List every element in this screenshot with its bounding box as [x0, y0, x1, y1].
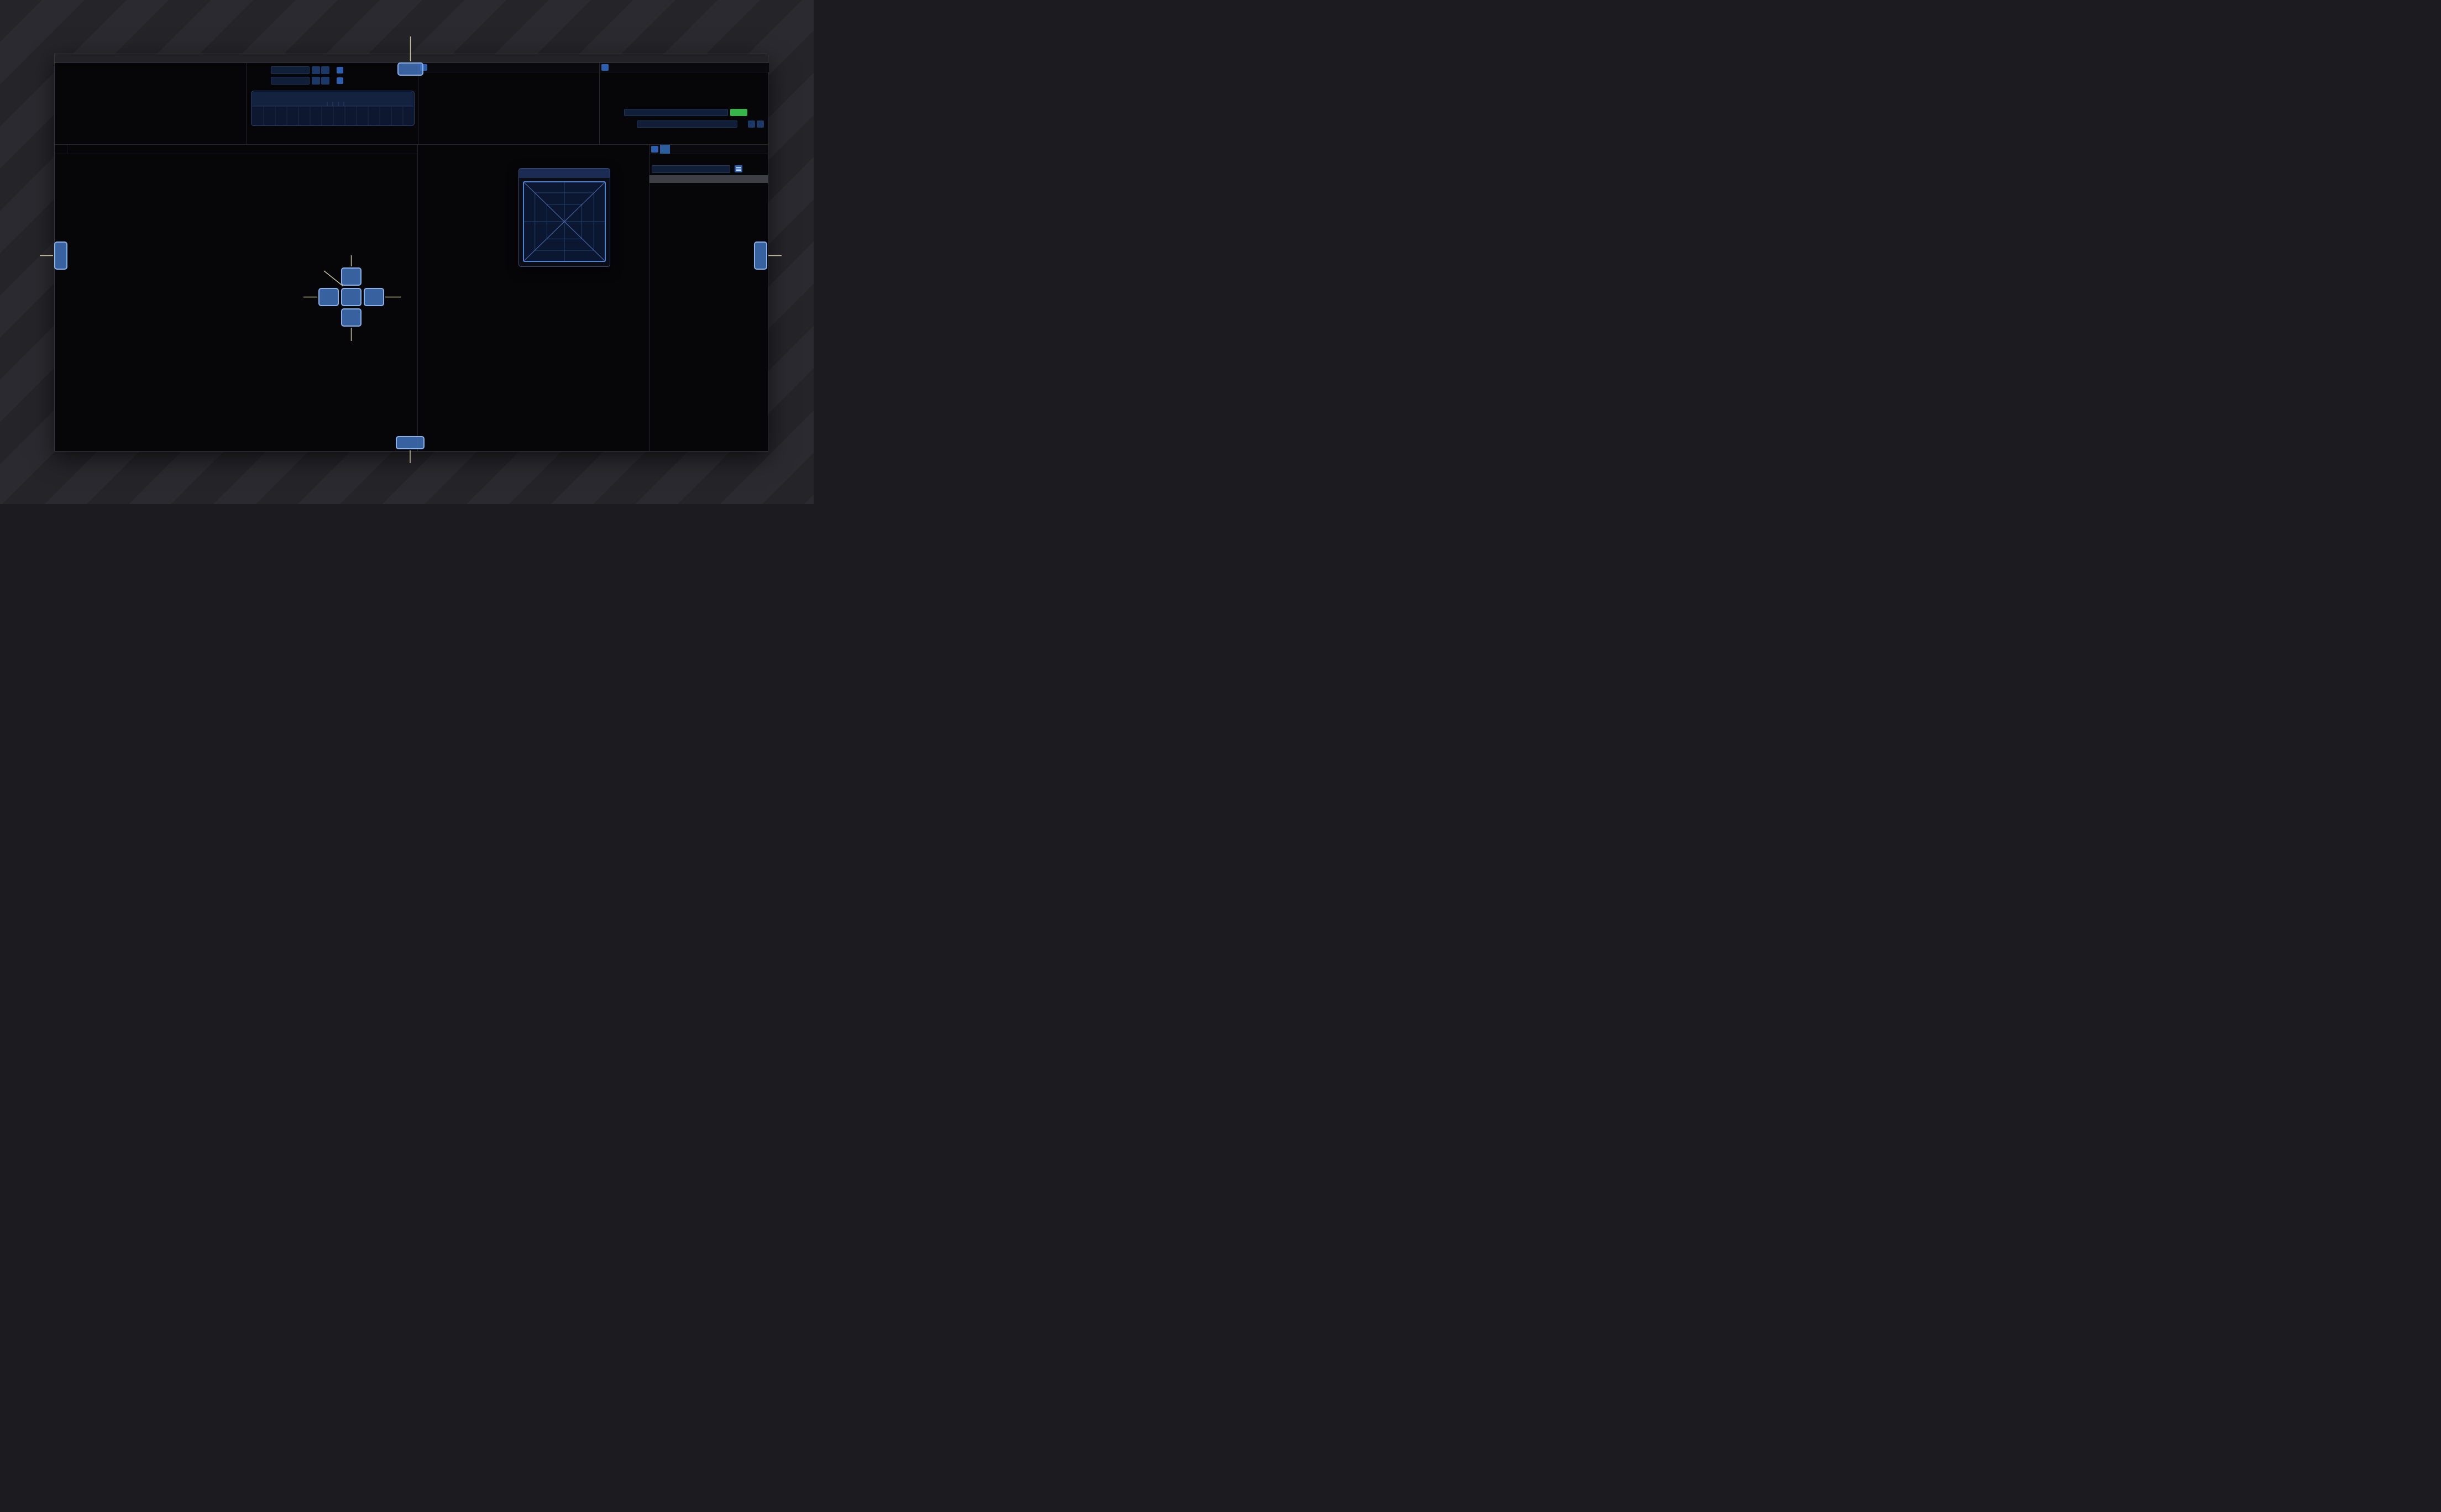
- collapse-icon[interactable]: [601, 64, 609, 71]
- expand-channels-button[interactable]: [55, 145, 67, 154]
- furnace-window: [54, 54, 769, 452]
- system-row: [600, 109, 769, 117]
- octave-increment-button[interactable]: [321, 66, 329, 74]
- split-top-target[interactable]: [341, 267, 362, 286]
- song-info-tab-bar: [600, 63, 769, 72]
- oscilloscope-window: [518, 168, 610, 267]
- effect-table-header: [649, 175, 768, 183]
- hamburger-icon: [736, 167, 741, 171]
- desktop-background: [0, 0, 814, 504]
- step-increment-button[interactable]: [321, 77, 329, 85]
- oscilloscope-title-bar[interactable]: [519, 169, 610, 178]
- instruments-panel: [418, 63, 600, 144]
- effect-search-row: [652, 165, 766, 173]
- tuning-increment-button[interactable]: [757, 120, 764, 128]
- dock-top-target[interactable]: [397, 62, 423, 76]
- dock-right-target[interactable]: [754, 242, 767, 270]
- dock-bottom-target[interactable]: [396, 436, 425, 449]
- dock-left-target[interactable]: [54, 242, 67, 270]
- pattern-rows[interactable]: [55, 154, 417, 451]
- collapse-icon[interactable]: [651, 146, 658, 153]
- system-value[interactable]: [624, 109, 728, 116]
- effect-search-input[interactable]: [652, 165, 730, 173]
- orders-panel: [55, 63, 247, 144]
- step-decrement-button[interactable]: [312, 77, 320, 85]
- follow-orders-checkbox[interactable]: [337, 67, 343, 74]
- auto-tuning-button[interactable]: [730, 109, 747, 116]
- octave-decrement-button[interactable]: [312, 66, 320, 74]
- tuning-decrement-button[interactable]: [748, 120, 755, 128]
- effect-table-body: [649, 183, 768, 451]
- step-input[interactable]: [271, 77, 310, 85]
- menu-bar: [55, 54, 768, 63]
- piano-keyboard[interactable]: [251, 91, 415, 126]
- play-controls-panel: [247, 63, 418, 144]
- channel-header-row: [55, 145, 417, 154]
- effect-list-menu-button[interactable]: [735, 165, 742, 172]
- effect-list-panel: [649, 145, 768, 451]
- piano-keyboard-graphic: [251, 91, 415, 126]
- oscilloscope-grid: [524, 182, 605, 261]
- octave-input[interactable]: [271, 66, 310, 74]
- tuning-row: [600, 120, 769, 129]
- oscilloscope-display: [523, 181, 606, 262]
- split-left-target[interactable]: [318, 288, 339, 306]
- split-right-target[interactable]: [364, 288, 384, 306]
- effect-list-tab-bar: [649, 145, 768, 154]
- follow-pattern-checkbox[interactable]: [337, 77, 343, 84]
- song-info-panel: [600, 63, 769, 144]
- tuning-input[interactable]: [637, 120, 737, 128]
- make-tab-target[interactable]: [341, 288, 362, 306]
- tab-effect-list[interactable]: [660, 145, 670, 154]
- instruments-tab-bar: [418, 63, 599, 72]
- split-bottom-target[interactable]: [341, 308, 362, 327]
